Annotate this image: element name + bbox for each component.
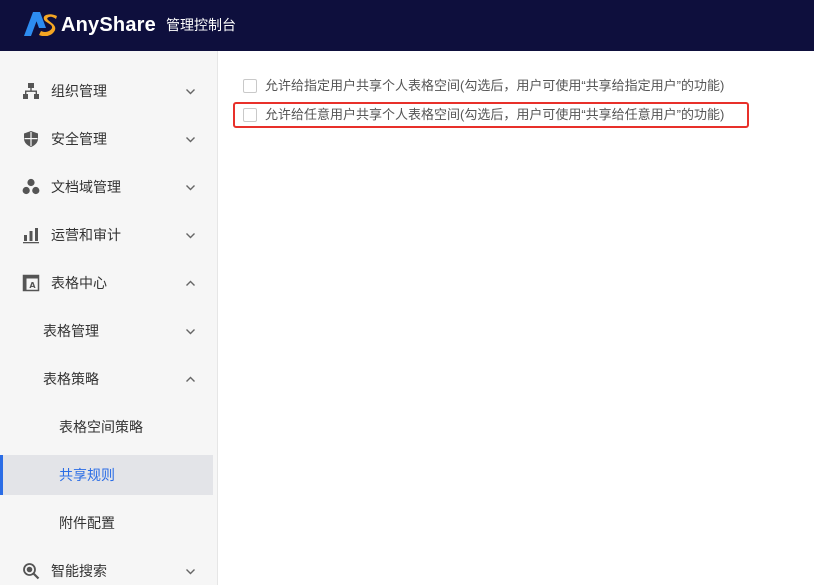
chevron-down-icon [186, 137, 195, 143]
sidebar-item-sheet-policy[interactable]: 表格策略 [0, 359, 213, 399]
sidebar-item-org[interactable]: 组织管理 [0, 71, 213, 111]
chevron-down-icon [186, 569, 195, 575]
sheet-icon: A [22, 274, 40, 292]
chevron-up-icon [186, 376, 195, 382]
search-icon [23, 563, 40, 580]
sidebar-item-docdomain[interactable]: 文档域管理 [0, 167, 213, 207]
sidebar-item-label: 附件配置 [59, 515, 115, 531]
console-title: 管理控制台 [166, 17, 236, 33]
sidebar-item-attachment[interactable]: 附件配置 [0, 503, 213, 543]
sidebar-item-label: 智能搜索 [51, 563, 107, 579]
sidebar-item-label: 安全管理 [51, 131, 107, 147]
svg-text:A: A [29, 281, 36, 290]
sidebar-item-sheet-center[interactable]: A 表格中心 [0, 263, 213, 303]
main-content: 允许给指定用户共享个人表格空间(勾选后，用户可使用“共享给指定用户”的功能) 允… [219, 51, 814, 585]
sidebar-item-share-rules[interactable]: 共享规则 [0, 455, 213, 495]
sidebar: 组织管理 安全管理 文档域管理 运营和审计 A 表格中心 表格管理 表格策略 表… [0, 51, 218, 585]
bar-chart-icon [23, 228, 39, 244]
sidebar-item-label: 文档域管理 [51, 179, 121, 195]
share-specified-users-checkbox[interactable] [243, 79, 257, 93]
anyshare-logo-icon [24, 12, 57, 36]
chevron-up-icon [186, 280, 195, 286]
org-tree-icon [23, 83, 39, 99]
sidebar-item-security[interactable]: 安全管理 [0, 119, 213, 159]
chevron-down-icon [186, 89, 195, 95]
brand-name: AnyShare [61, 14, 156, 36]
top-bar: AnyShare 管理控制台 [0, 0, 814, 51]
shield-icon [24, 131, 38, 147]
chevron-down-icon [186, 329, 195, 335]
highlight-box [233, 102, 749, 128]
sidebar-item-audit[interactable]: 运营和审计 [0, 215, 213, 255]
sidebar-item-label: 共享规则 [59, 467, 115, 483]
sidebar-item-search[interactable]: 智能搜索 [0, 551, 213, 585]
sidebar-item-sheet-manage[interactable]: 表格管理 [0, 311, 213, 351]
share-specified-users-option[interactable]: 允许给指定用户共享个人表格空间(勾选后，用户可使用“共享给指定用户”的功能) [243, 75, 724, 97]
active-indicator [0, 455, 3, 495]
sidebar-item-label: 表格空间策略 [59, 419, 143, 435]
sidebar-item-space-policy[interactable]: 表格空间策略 [0, 407, 213, 447]
sidebar-item-label: 表格中心 [51, 275, 107, 291]
sidebar-item-label: 运营和审计 [51, 227, 121, 243]
chevron-down-icon [186, 185, 195, 191]
sidebar-item-label: 组织管理 [51, 83, 107, 99]
sidebar-item-label: 表格策略 [43, 371, 99, 387]
cubes-icon [22, 178, 40, 195]
chevron-down-icon [186, 233, 195, 239]
sidebar-item-label: 表格管理 [43, 323, 99, 339]
option-label: 允许给指定用户共享个人表格空间(勾选后，用户可使用“共享给指定用户”的功能) [265, 78, 725, 93]
